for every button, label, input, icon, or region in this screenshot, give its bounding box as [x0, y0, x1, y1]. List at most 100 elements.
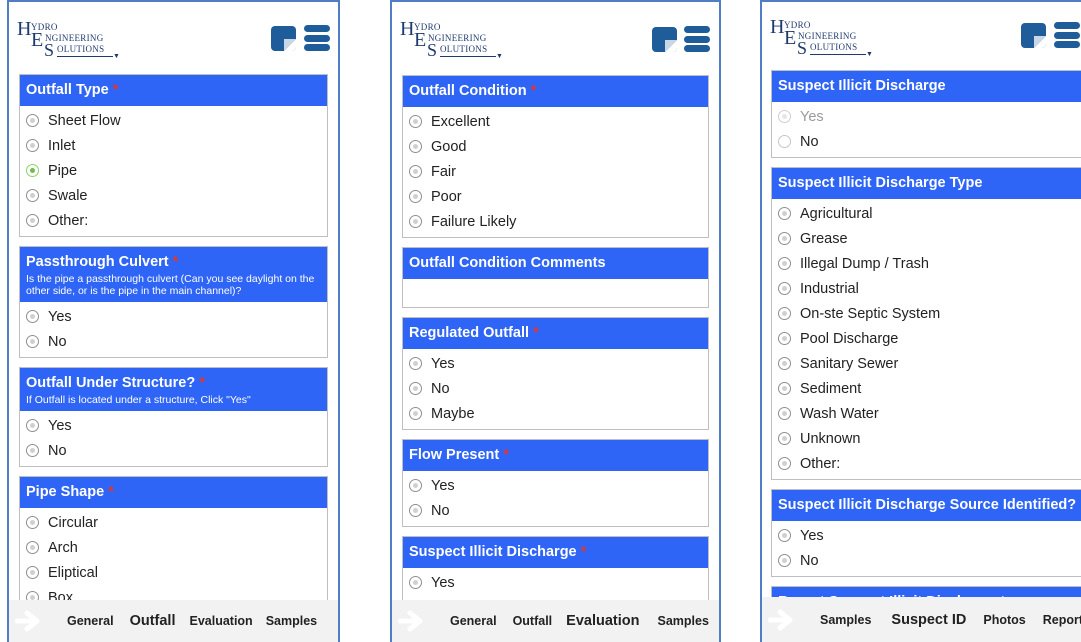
radio-option-no[interactable]: No: [403, 376, 708, 401]
section-title-text: Outfall Type: [26, 82, 109, 98]
radio-button-icon[interactable]: [778, 382, 791, 395]
radio-option-swale[interactable]: Swale: [20, 183, 327, 208]
tab-general[interactable]: General: [67, 614, 114, 628]
radio-button-icon[interactable]: [26, 335, 39, 348]
hamburger-menu-icon[interactable]: [1054, 22, 1080, 48]
radio-option-agricultural[interactable]: Agricultural: [772, 201, 1081, 226]
radio-option-eliptical[interactable]: Eliptical: [20, 560, 327, 585]
radio-option-industrial[interactable]: Industrial: [772, 276, 1081, 301]
radio-option-yes[interactable]: Yes: [772, 523, 1081, 548]
radio-option-fair[interactable]: Fair: [403, 159, 708, 184]
radio-button-icon[interactable]: [26, 139, 39, 152]
radio-option-good[interactable]: Good: [403, 134, 708, 159]
comments-textarea[interactable]: [403, 279, 708, 307]
radio-option-on-ste-septic-system[interactable]: On-ste Septic System: [772, 301, 1081, 326]
radio-button-icon[interactable]: [778, 357, 791, 370]
radio-label: Other:: [48, 212, 89, 229]
radio-option-no[interactable]: No: [403, 498, 708, 523]
radio-button-icon[interactable]: [26, 541, 39, 554]
radio-option-pool-discharge[interactable]: Pool Discharge: [772, 326, 1081, 351]
radio-button-icon[interactable]: [26, 566, 39, 579]
radio-option-illegal-dump-trash[interactable]: Illegal Dump / Trash: [772, 251, 1081, 276]
radio-button-icon[interactable]: [409, 190, 422, 203]
tab-samples[interactable]: Samples: [657, 614, 708, 628]
radio-button-icon[interactable]: [778, 135, 791, 148]
radio-button-icon[interactable]: [778, 457, 791, 470]
radio-button-icon[interactable]: [778, 307, 791, 320]
radio-option-maybe[interactable]: Maybe: [403, 401, 708, 426]
radio-button-icon[interactable]: [778, 407, 791, 420]
tab-photos[interactable]: Photos: [983, 613, 1025, 627]
tab-outfall[interactable]: Outfall: [130, 613, 176, 629]
radio-option-grease[interactable]: Grease: [772, 226, 1081, 251]
radio-option-sediment[interactable]: Sediment: [772, 376, 1081, 401]
radio-option-pipe[interactable]: Pipe: [20, 158, 327, 183]
note-edit-icon[interactable]: [652, 27, 677, 52]
radio-option-other[interactable]: Other:: [20, 208, 327, 233]
radio-button-icon[interactable]: [26, 516, 39, 529]
hamburger-menu-icon[interactable]: [684, 26, 710, 52]
note-edit-icon[interactable]: [1021, 23, 1046, 48]
radio-button-icon[interactable]: [26, 164, 39, 177]
radio-option-arch[interactable]: Arch: [20, 535, 327, 560]
radio-button-icon[interactable]: [26, 444, 39, 457]
radio-option-wash-water[interactable]: Wash Water: [772, 401, 1081, 426]
radio-button-icon[interactable]: [409, 115, 422, 128]
radio-button-icon[interactable]: [409, 479, 422, 492]
radio-button-icon[interactable]: [778, 110, 791, 123]
tab-evaluation[interactable]: Evaluation: [189, 614, 252, 628]
radio-button-icon[interactable]: [778, 529, 791, 542]
radio-option-yes[interactable]: Yes: [403, 570, 708, 595]
radio-option-excellent[interactable]: Excellent: [403, 109, 708, 134]
radio-button-icon[interactable]: [409, 165, 422, 178]
radio-button-icon[interactable]: [409, 357, 422, 370]
radio-button-icon[interactable]: [778, 282, 791, 295]
tab-evaluation[interactable]: Evaluation: [566, 613, 639, 629]
radio-option-inlet[interactable]: Inlet: [20, 133, 327, 158]
radio-option-sanitary-sewer[interactable]: Sanitary Sewer: [772, 351, 1081, 376]
hamburger-menu-icon[interactable]: [304, 25, 330, 51]
radio-option-no[interactable]: No: [20, 438, 327, 463]
radio-option-failure-likely[interactable]: Failure Likely: [403, 209, 708, 234]
radio-option-unknown[interactable]: Unknown: [772, 426, 1081, 451]
arrow-right-icon[interactable]: [398, 610, 428, 632]
radio-option-yes[interactable]: Yes: [20, 413, 327, 438]
tab-general[interactable]: General: [450, 614, 497, 628]
radio-button-icon[interactable]: [778, 332, 791, 345]
radio-button-icon[interactable]: [26, 310, 39, 323]
radio-button-icon[interactable]: [409, 576, 422, 589]
radio-option-yes[interactable]: Yes: [772, 104, 1081, 129]
radio-option-yes[interactable]: Yes: [403, 473, 708, 498]
radio-button-icon[interactable]: [409, 382, 422, 395]
radio-button-icon[interactable]: [778, 432, 791, 445]
radio-option-circular[interactable]: Circular: [20, 510, 327, 535]
note-edit-icon[interactable]: [271, 26, 296, 51]
radio-option-sheet-flow[interactable]: Sheet Flow: [20, 108, 327, 133]
tab-suspect-id[interactable]: Suspect ID: [891, 612, 966, 628]
tab-outfall[interactable]: Outfall: [513, 614, 553, 628]
radio-button-icon[interactable]: [409, 504, 422, 517]
radio-button-icon[interactable]: [778, 207, 791, 220]
radio-option-yes[interactable]: Yes: [403, 351, 708, 376]
radio-option-poor[interactable]: Poor: [403, 184, 708, 209]
arrow-right-icon[interactable]: [768, 609, 798, 631]
radio-button-icon[interactable]: [778, 554, 791, 567]
tab-report[interactable]: Report: [1043, 613, 1081, 627]
radio-button-icon[interactable]: [409, 407, 422, 420]
radio-option-no[interactable]: No: [772, 548, 1081, 573]
radio-button-icon[interactable]: [26, 214, 39, 227]
radio-option-yes[interactable]: Yes: [20, 304, 327, 329]
radio-button-icon[interactable]: [409, 140, 422, 153]
radio-button-icon[interactable]: [26, 419, 39, 432]
radio-option-no[interactable]: No: [20, 329, 327, 354]
radio-option-no[interactable]: No: [772, 129, 1081, 154]
radio-button-icon[interactable]: [26, 189, 39, 202]
radio-button-icon[interactable]: [778, 232, 791, 245]
radio-button-icon[interactable]: [778, 257, 791, 270]
radio-button-icon[interactable]: [26, 114, 39, 127]
arrow-right-icon[interactable]: [15, 610, 45, 632]
radio-option-other[interactable]: Other:: [772, 451, 1081, 476]
radio-button-icon[interactable]: [409, 215, 422, 228]
tab-samples[interactable]: Samples: [820, 613, 871, 627]
tab-samples[interactable]: Samples: [266, 614, 317, 628]
